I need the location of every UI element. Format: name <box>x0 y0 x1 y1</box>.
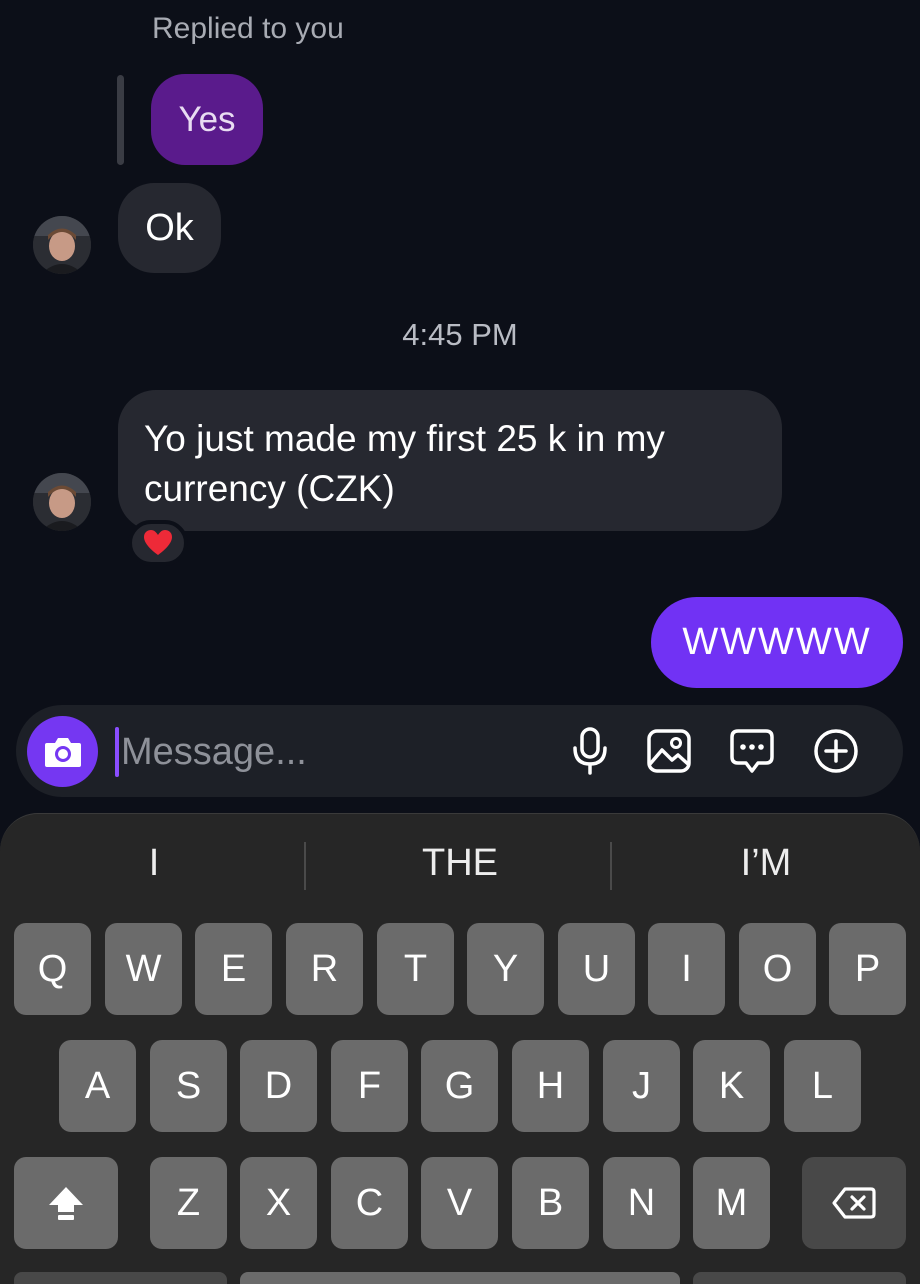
incoming-message-currency[interactable]: Yo just made my first 25 k in my currenc… <box>118 390 782 531</box>
backspace-key[interactable] <box>802 1157 906 1249</box>
key-u[interactable]: U <box>558 923 635 1015</box>
replied-to-you-label: Replied to you <box>152 12 344 45</box>
sticker-chat-icon <box>730 729 774 773</box>
key-p[interactable]: P <box>829 923 906 1015</box>
return-key[interactable] <box>693 1272 906 1284</box>
camera-button[interactable] <box>27 716 98 787</box>
key-w[interactable]: W <box>105 923 182 1015</box>
gallery-button[interactable] <box>641 723 697 779</box>
quoted-message-text: Yes <box>178 99 236 139</box>
key-j[interactable]: J <box>603 1040 680 1132</box>
key-o[interactable]: O <box>739 923 816 1015</box>
heart-icon <box>144 530 172 555</box>
message-text: WWWWW <box>682 621 872 663</box>
text-cursor <box>115 727 119 777</box>
key-d[interactable]: D <box>240 1040 317 1132</box>
key-f[interactable]: F <box>331 1040 408 1132</box>
key-k[interactable]: K <box>693 1040 770 1132</box>
message-input[interactable] <box>121 722 541 782</box>
suggestion-2[interactable]: THE <box>360 842 560 885</box>
key-x[interactable]: X <box>240 1157 317 1249</box>
key-h[interactable]: H <box>512 1040 589 1132</box>
message-text: Ok <box>145 206 194 249</box>
key-l[interactable]: L <box>784 1040 861 1132</box>
plus-circle-icon <box>814 729 858 773</box>
camera-icon <box>44 737 81 767</box>
key-a[interactable]: A <box>59 1040 136 1132</box>
key-m[interactable]: M <box>693 1157 770 1249</box>
key-e[interactable]: E <box>195 923 272 1015</box>
avatar-photo-icon <box>33 473 91 531</box>
heart-reaction[interactable] <box>128 520 188 566</box>
microphone-icon <box>573 727 607 775</box>
message-text-line: currency (CZK) <box>144 468 395 509</box>
contact-avatar[interactable] <box>33 473 91 531</box>
key-v[interactable]: V <box>421 1157 498 1249</box>
key-b[interactable]: B <box>512 1157 589 1249</box>
key-i[interactable]: I <box>648 923 725 1015</box>
suggestion-divider <box>304 842 306 890</box>
key-n[interactable]: N <box>603 1157 680 1249</box>
incoming-message-ok[interactable]: Ok <box>118 183 221 273</box>
message-timestamp: 4:45 PM <box>402 317 518 352</box>
key-q[interactable]: Q <box>14 923 91 1015</box>
more-options-button[interactable] <box>808 723 864 779</box>
image-icon <box>647 729 691 773</box>
key-s[interactable]: S <box>150 1040 227 1132</box>
shift-icon <box>49 1187 83 1220</box>
key-c[interactable]: C <box>331 1157 408 1249</box>
suggestion-divider <box>610 842 612 890</box>
contact-avatar[interactable] <box>33 216 91 274</box>
backspace-icon <box>832 1187 876 1219</box>
sticker-button[interactable] <box>724 723 780 779</box>
avatar-photo-icon <box>33 216 91 274</box>
key-g[interactable]: G <box>421 1040 498 1132</box>
key-z[interactable]: Z <box>150 1157 227 1249</box>
quoted-message-bubble[interactable]: Yes <box>151 74 263 165</box>
reply-quote-bar <box>117 75 124 165</box>
key-t[interactable]: T <box>377 923 454 1015</box>
shift-key[interactable] <box>14 1157 118 1249</box>
key-r[interactable]: R <box>286 923 363 1015</box>
numbers-key[interactable] <box>14 1272 227 1284</box>
suggestion-3[interactable]: I’M <box>666 842 866 885</box>
key-y[interactable]: Y <box>467 923 544 1015</box>
outgoing-message[interactable]: WWWWW <box>651 597 903 688</box>
space-key[interactable] <box>240 1272 680 1284</box>
suggestion-1[interactable]: I <box>54 842 254 885</box>
message-text-line: Yo just made my first 25 k in my <box>144 418 665 459</box>
voice-message-button[interactable] <box>562 723 618 779</box>
